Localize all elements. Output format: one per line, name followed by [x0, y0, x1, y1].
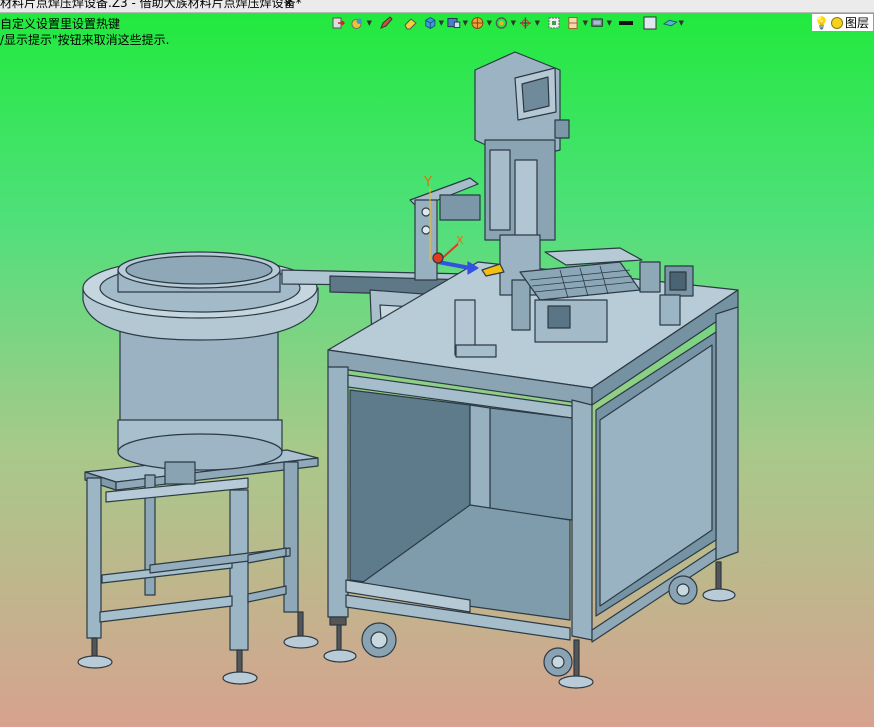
machine-cabinet — [323, 261, 739, 689]
feeder-stand — [77, 449, 319, 685]
triad-x-label: X — [456, 234, 464, 247]
vibratory-bowl-feeder — [82, 251, 319, 485]
cad-viewport[interactable]: Y X — [0, 0, 874, 727]
triad-y-label: Y — [423, 175, 432, 190]
